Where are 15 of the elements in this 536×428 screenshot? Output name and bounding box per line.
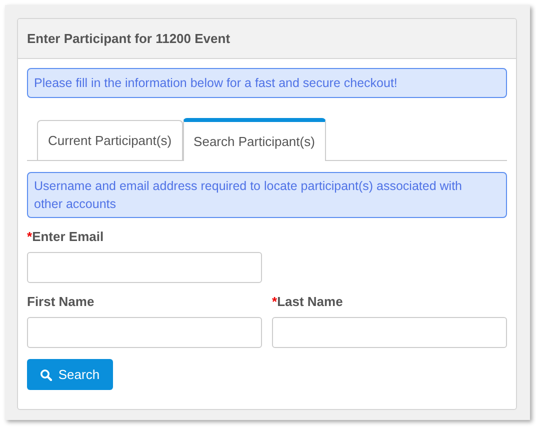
- required-mark: *: [272, 293, 278, 312]
- input-field[interactable]: [272, 317, 507, 348]
- input-field[interactable]: [27, 252, 262, 283]
- info-alert: Username and email address required to locate participant(s) associated with other accounts: [27, 172, 507, 218]
- panel-title: Enter Participant for 11200 Event: [27, 30, 230, 48]
- field-label: Enter Email: [32, 228, 104, 246]
- notice-alert: Please fill in the information below for a fast and secure checkout!: [27, 68, 507, 98]
- input-field[interactable]: [27, 317, 262, 348]
- tab[interactable]: Current Participant(s): [37, 120, 183, 160]
- search-icon: [40, 368, 52, 380]
- field-label: First Name: [27, 293, 94, 312]
- tab[interactable]: Search Participant(s): [182, 118, 326, 161]
- search-button[interactable]: Search: [27, 359, 113, 390]
- required-mark: *: [27, 228, 32, 246]
- field-label: Last Name: [277, 293, 343, 312]
